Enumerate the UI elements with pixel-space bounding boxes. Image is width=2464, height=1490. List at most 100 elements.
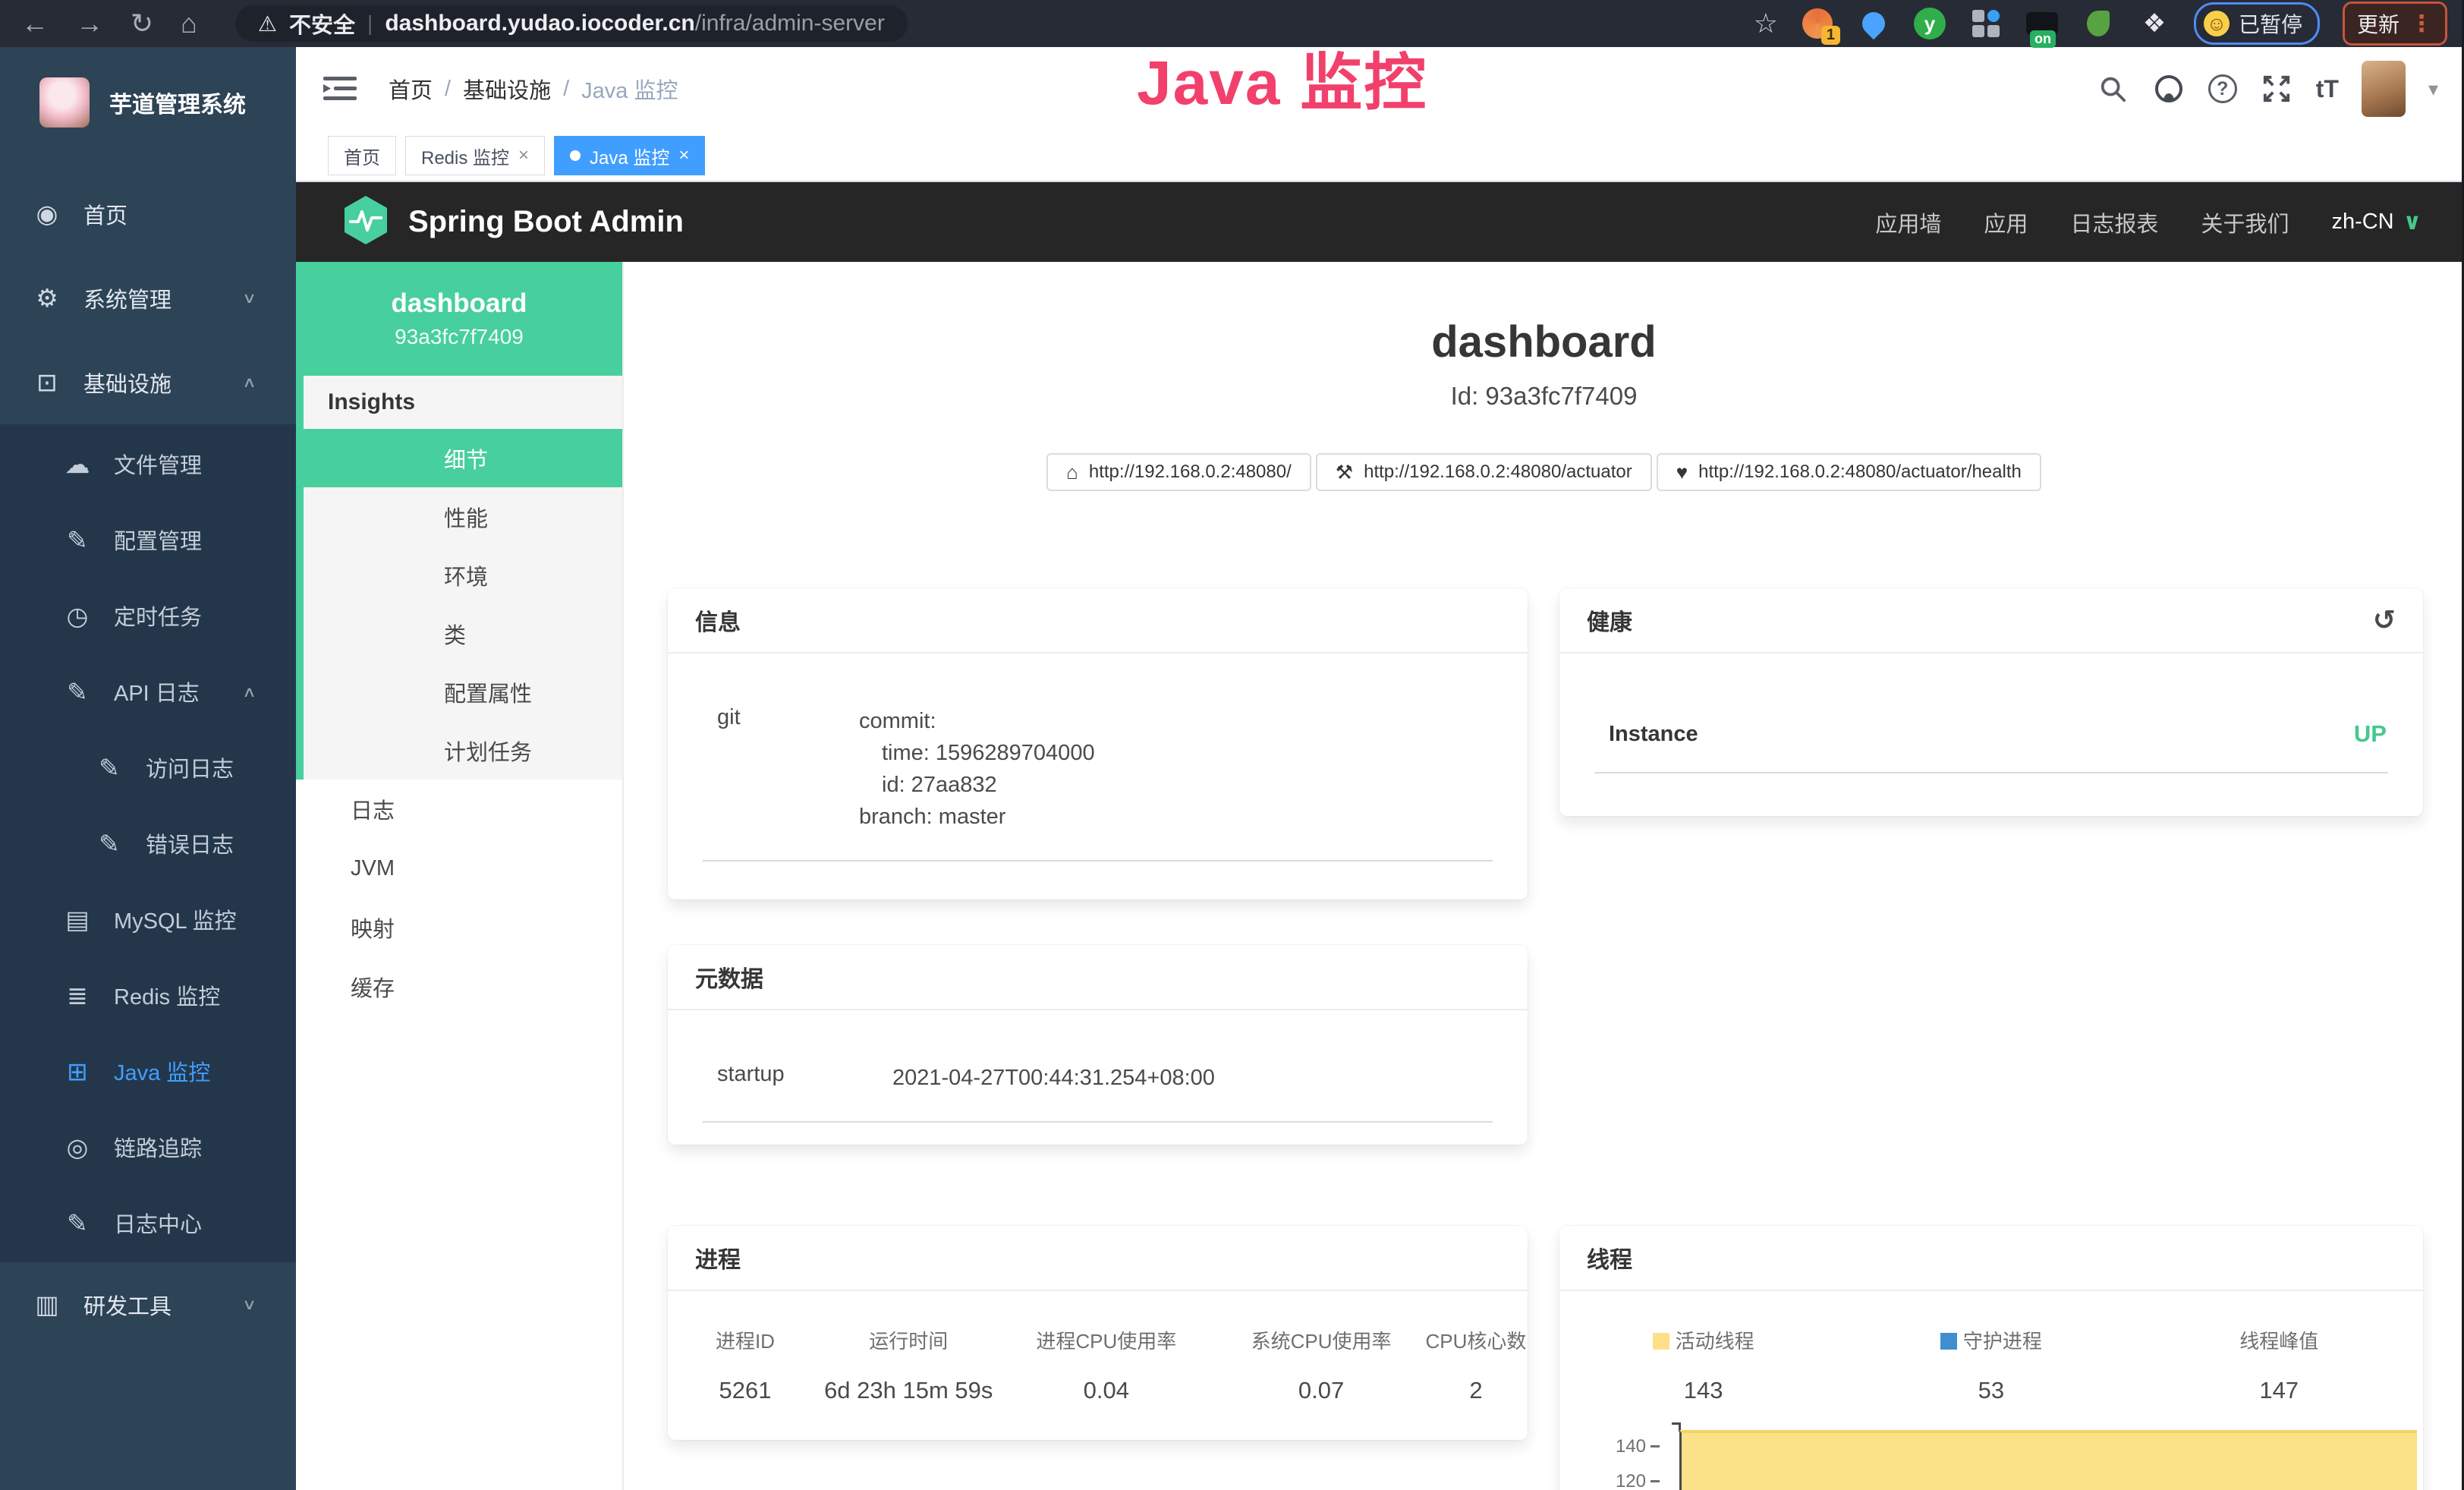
git-row: git commit: time: 1596289704000 id: 27aa… — [703, 705, 1493, 862]
tab-home[interactable]: 首页 — [328, 136, 396, 175]
sidebar-item-dev-tools[interactable]: ▥ 研发工具 ∨ — [0, 1262, 296, 1347]
back-icon[interactable]: ← — [21, 10, 49, 37]
sidebar-item-config-management[interactable]: ✎ 配置管理 — [0, 502, 296, 578]
active-dot — [570, 150, 581, 161]
monitor-icon: ⊡ — [30, 367, 64, 397]
app-logo[interactable]: 芋道管理系统 — [0, 47, 296, 138]
sba-language-select[interactable]: zh-CN ∨ — [2331, 209, 2422, 235]
instance-header: dashboard 93a3fc7f7409 — [296, 262, 622, 376]
close-icon[interactable]: × — [678, 145, 689, 166]
hamburger-icon[interactable] — [323, 75, 357, 102]
cloud-upload-icon: ☁ — [61, 449, 94, 479]
sidebar-item-log-center[interactable]: ✎ 日志中心 — [0, 1185, 296, 1261]
history-icon[interactable]: ↺ — [2373, 604, 2396, 636]
menu-item-logs[interactable]: 日志 — [296, 780, 622, 839]
tab-redis-monitor[interactable]: Redis 监控 × — [405, 136, 545, 175]
github-icon[interactable] — [2152, 72, 2186, 106]
extension-orange-icon[interactable]: 1 — [1801, 7, 1834, 40]
menu-item-jvm[interactable]: JVM — [296, 839, 622, 898]
home-icon[interactable]: ⌂ — [181, 10, 197, 37]
sba-nav-applications[interactable]: 应用 — [1984, 206, 2028, 238]
sidebar-item-error-logs[interactable]: ✎ 错误日志 — [0, 805, 296, 881]
sidebar-item-tracing[interactable]: ◎ 链路追踪 — [0, 1109, 296, 1185]
warning-icon: ⚠ — [258, 11, 277, 36]
heartbeat-icon: ♥ — [1676, 461, 1688, 484]
forward-icon[interactable]: → — [76, 10, 103, 37]
sba-nav-about[interactable]: 关于我们 — [2201, 206, 2289, 238]
search-icon[interactable] — [2096, 72, 2129, 106]
y-extension-icon[interactable]: y — [1913, 7, 1946, 40]
insights-section: Insights 细节 性能 环境 类 配置属性 计划任务 — [296, 376, 622, 780]
sidebar-item-mysql-monitor[interactable]: ▤ MySQL 监控 — [0, 881, 296, 957]
sidebar-item-file-management[interactable]: ☁ 文件管理 — [0, 426, 296, 502]
bookmark-star-icon[interactable]: ☆ — [1754, 8, 1778, 39]
leaf-extension-icon[interactable] — [2082, 7, 2115, 40]
java-monitor-icon: ⊞ — [61, 1057, 94, 1086]
daemon-threads-value: 53 — [1847, 1377, 2135, 1404]
reload-icon[interactable]: ↻ — [131, 10, 153, 37]
uptime-value: 6d 23h 15m 59s — [823, 1377, 995, 1404]
sidebar-item-home[interactable]: ◉ 首页 — [0, 172, 296, 256]
metadata-card: 元数据 startup 2021-04-27T00:44:31.254+08:0… — [668, 945, 1528, 1145]
sidebar-item-api-logs[interactable]: ✎ API 日志 ∧ — [0, 654, 296, 729]
breadcrumb-home[interactable]: 首页 — [389, 73, 433, 105]
sba-header: Spring Boot Admin 应用墙 应用 日志报表 关于我们 zh-CN… — [296, 182, 2464, 262]
sidebar-item-access-logs[interactable]: ✎ 访问日志 — [0, 729, 296, 805]
git-label: git — [703, 705, 859, 833]
sidebar-item-infrastructure[interactable]: ⊡ 基础设施 ∧ — [0, 340, 296, 424]
divider: | — [367, 11, 373, 36]
browser-update-button[interactable]: 更新 ⋮ — [2343, 2, 2447, 46]
paused-badge[interactable]: ☺ 已暂停 — [2194, 2, 2320, 45]
breadcrumb-infrastructure[interactable]: 基础设施 — [463, 73, 551, 105]
menu-item-classes[interactable]: 类 — [304, 604, 622, 663]
process-card-title: 进程 — [668, 1226, 1528, 1291]
sba-brand-title[interactable]: Spring Boot Admin — [408, 205, 684, 239]
menu-item-environment[interactable]: 环境 — [304, 546, 622, 604]
error-log-icon: ✎ — [93, 829, 126, 858]
health-instance-label: Instance — [1609, 722, 1698, 747]
grid-extension-icon[interactable] — [1969, 7, 2003, 40]
menu-item-config-props[interactable]: 配置属性 — [304, 663, 622, 721]
tabs-bar: 首页 Redis 监控 × Java 监控 × — [296, 131, 2464, 182]
close-icon[interactable]: × — [518, 145, 529, 166]
startup-value: 2021-04-27T00:44:31.254+08:00 — [892, 1062, 1215, 1094]
sba-nav-journal[interactable]: 日志报表 — [2070, 206, 2158, 238]
menu-item-mappings[interactable]: 映射 — [296, 898, 622, 957]
health-url-button[interactable]: ♥ http://192.168.0.2:48080/actuator/heal… — [1657, 453, 2041, 491]
menu-item-details[interactable]: 细节 — [304, 429, 622, 487]
chevron-up-icon: ∧ — [242, 373, 256, 391]
user-avatar[interactable] — [2362, 61, 2406, 117]
health-instance-row: Instance UP — [1594, 720, 2388, 773]
system-cpu-value: 0.07 — [1218, 1377, 1424, 1404]
map-pin-extension-icon[interactable] — [1857, 7, 1890, 40]
extensions-puzzle-icon[interactable]: ❖ — [2138, 7, 2171, 40]
actuator-url-button[interactable]: ⚒ http://192.168.0.2:48080/actuator — [1316, 453, 1652, 491]
switch-on-extension-icon[interactable]: on — [2025, 7, 2059, 40]
address-bar[interactable]: ⚠ 不安全 | dashboard.yudao.iocoder.cn/infra… — [235, 5, 908, 42]
cpu-cores-value: 2 — [1424, 1377, 1528, 1404]
service-url-button[interactable]: ⌂ http://192.168.0.2:48080/ — [1046, 453, 1311, 491]
instance-id: 93a3fc7f7409 — [395, 325, 524, 349]
sba-nav-wallboard[interactable]: 应用墙 — [1875, 206, 1941, 238]
kebab-menu-icon[interactable]: ⋮ — [2410, 11, 2433, 37]
menu-item-metrics[interactable]: 性能 — [304, 487, 622, 546]
sidebar-item-redis-monitor[interactable]: ≣ Redis 监控 — [0, 957, 296, 1033]
sidebar-menu: ◉ 首页 ⚙ 系统管理 ∨ ⊡ 基础设施 ∧ ☁ 文件管理 ✎ 配置管理 ◷ 定… — [0, 172, 296, 1347]
help-icon[interactable]: ? — [2208, 74, 2237, 103]
security-label: 不安全 — [289, 8, 355, 39]
live-threads-value: 143 — [1559, 1377, 1847, 1404]
sidebar-item-system-management[interactable]: ⚙ 系统管理 ∨ — [0, 256, 296, 340]
menu-item-scheduled-tasks[interactable]: 计划任务 — [304, 721, 622, 780]
fullscreen-icon[interactable] — [2260, 72, 2293, 106]
chevron-up-icon: ∧ — [242, 682, 256, 700]
sidebar-item-java-monitor[interactable]: ⊞ Java 监控 — [0, 1033, 296, 1109]
menu-item-caches[interactable]: 缓存 — [296, 957, 622, 1016]
daemon-threads-label: 守护进程 — [1963, 1330, 2042, 1353]
health-card-title: 健康 — [1587, 603, 1632, 637]
sidebar-item-scheduled-tasks[interactable]: ◷ 定时任务 — [0, 578, 296, 654]
avatar-caret-icon[interactable]: ▾ — [2428, 77, 2438, 101]
font-size-icon[interactable]: tT — [2316, 75, 2339, 103]
system-cpu-header: 系统CPU使用率 — [1218, 1326, 1424, 1354]
annotation-java-monitor: Java 监控 — [1137, 32, 1427, 122]
tab-java-monitor[interactable]: Java 监控 × — [554, 136, 705, 175]
